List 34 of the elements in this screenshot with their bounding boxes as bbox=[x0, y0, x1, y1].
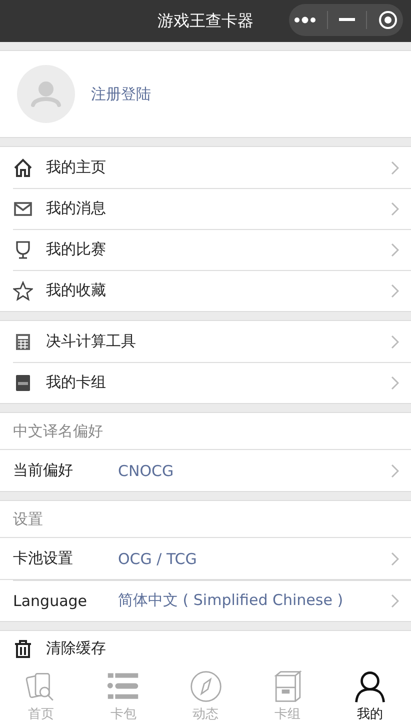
compass-icon bbox=[188, 670, 224, 703]
section-header: 设置 bbox=[12, 508, 44, 530]
menu-item[interactable]: 我的主页 bbox=[0, 147, 411, 188]
close-icon[interactable] bbox=[378, 10, 398, 30]
menu-item[interactable]: 清除缓存 bbox=[0, 631, 411, 669]
chevron-icon bbox=[391, 160, 399, 174]
chevron-icon bbox=[391, 284, 399, 298]
minimize-icon[interactable] bbox=[338, 18, 355, 22]
star-icon bbox=[13, 280, 33, 300]
login-link[interactable]: 注册登陆 bbox=[91, 84, 151, 104]
chevron-icon bbox=[391, 464, 399, 478]
window-title: 游戏王查卡器 bbox=[158, 10, 254, 32]
menu-item[interactable]: 我的比赛 bbox=[0, 229, 411, 270]
setting-row[interactable]: Language 简体中文 ( Simplified Chinese ) bbox=[0, 579, 411, 621]
menu-item[interactable]: 我的卡组 bbox=[0, 362, 411, 403]
chevron-icon bbox=[391, 202, 399, 216]
setting-row[interactable]: 卡池设置 OCG / TCG bbox=[0, 537, 411, 579]
menu-item[interactable]: 我的消息 bbox=[0, 188, 411, 229]
chevron-icon bbox=[391, 242, 399, 256]
trash-icon bbox=[13, 639, 33, 659]
more-icon[interactable] bbox=[294, 16, 316, 24]
box-icon bbox=[13, 372, 33, 392]
menu-item[interactable]: 我的收藏 bbox=[0, 270, 411, 311]
menu-item[interactable]: 决斗计算工具 bbox=[0, 321, 411, 362]
section-header: 中文译名偏好 bbox=[12, 420, 104, 442]
tab[interactable]: 我的 bbox=[328, 669, 411, 725]
house-icon bbox=[13, 158, 33, 178]
chevron-icon bbox=[391, 594, 399, 608]
chevron-icon bbox=[391, 376, 399, 390]
chevron-icon bbox=[391, 552, 399, 566]
calculator-icon bbox=[13, 332, 33, 352]
chevron-icon bbox=[391, 334, 399, 348]
setting-row[interactable]: 当前偏好 CNOCG bbox=[0, 449, 411, 491]
trophy-icon bbox=[13, 240, 33, 260]
